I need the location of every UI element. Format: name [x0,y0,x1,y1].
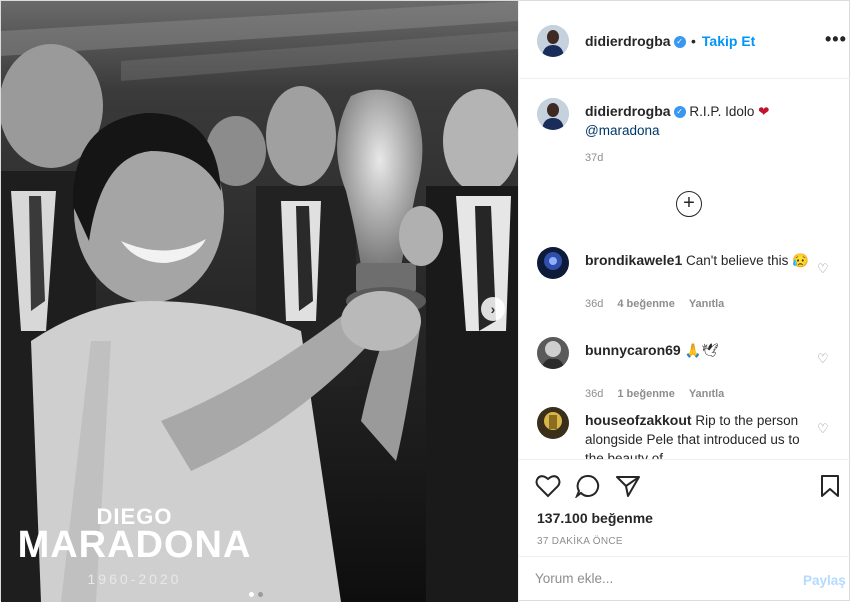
share-button[interactable] [615,474,641,505]
instagram-post: DIEGO MARADONA 1960-2020 › didierdrogba ✓ [0,0,850,602]
header-separator: • [691,33,696,49]
bookmark-icon [821,475,839,497]
post-time-ago: 37 DAKİKA ÖNCE [537,536,623,547]
heart-icon [535,475,561,498]
comment-like-button[interactable]: ♡ [817,261,829,277]
caption-text: R.I.P. Idolo [689,104,755,119]
avatar-image [537,98,569,130]
carousel-dot-active [249,592,254,597]
comment-input[interactable] [535,571,775,586]
avatar-image [537,337,569,369]
post-comment-button[interactable]: Paylaş [803,573,846,588]
comment-username[interactable]: brondikawele1 [585,252,682,268]
save-button[interactable] [819,474,841,505]
heart-outline-icon: ♡ [817,261,829,276]
comment-username[interactable]: houseofzakkout [585,412,692,428]
add-comment-bar: Paylaş [519,556,850,602]
follow-button[interactable]: Takip Et [702,33,755,49]
heart-outline-icon: ♡ [817,421,829,436]
sad-face-icon: 😥 [792,253,809,268]
next-photo-button[interactable]: › [481,297,505,321]
comment-button[interactable] [574,474,601,505]
comment-time: 36d [585,388,604,400]
red-heart-icon: ❤ [758,104,770,119]
verified-badge-icon: ✓ [673,35,686,48]
verified-badge-icon: ✓ [673,106,686,119]
like-button[interactable] [535,474,561,505]
chevron-right-icon: › [490,301,496,317]
mention-link[interactable]: @maradona [585,123,660,138]
avatar[interactable] [537,407,569,439]
carousel-dot [258,592,263,597]
comment-item: houseofzakkout Rip to the person alongsi… [537,407,837,459]
praying-dove-icon: 🙏🕊 [684,343,719,358]
carousel-dots [249,592,263,597]
comment-text: Can't believe this [686,253,789,268]
post-actions: 137.100 beğenme 37 DAKİKA ÖNCE [519,459,850,555]
caption-username[interactable]: didierdrogba [585,103,671,119]
reply-button[interactable]: Yanıtla [689,298,724,310]
avatar[interactable] [537,337,569,369]
avatar[interactable] [537,98,569,130]
comment-time: 36d [585,298,604,310]
comment-like-button[interactable]: ♡ [817,421,829,437]
comment-bubble-icon [574,474,600,499]
post-author-username[interactable]: didierdrogba [585,33,671,49]
avatar-image [537,25,569,57]
more-options-button[interactable]: ••• [825,29,847,50]
avatar[interactable] [537,247,569,279]
post-photo[interactable]: DIEGO MARADONA 1960-2020 › [1,1,518,602]
more-options-icon: ••• [825,29,847,49]
like-count[interactable]: 137.100 beğenme [537,510,653,526]
load-more-comments-button[interactable]: + [676,191,702,217]
post-header: didierdrogba ✓ • Takip Et ••• [519,1,850,79]
post-side-panel: didierdrogba ✓ • Takip Et ••• didierdrogba… [518,1,850,602]
caption-time: 37d [585,152,604,164]
comment-item: bunnycaron69 🙏🕊 36d 1 beğenme Yanıtla ♡ [537,337,837,407]
comment-item: brondikawele1 Can't believe this 😥 36d 4… [537,247,837,317]
reply-button[interactable]: Yanıtla [689,388,724,400]
avatar[interactable] [537,25,569,57]
paper-plane-icon [616,476,640,497]
heart-outline-icon: ♡ [817,351,829,366]
comments-list: brondikawele1 Can't believe this 😥 36d 4… [519,239,850,459]
comment-like-button[interactable]: ♡ [817,351,829,367]
plus-circle-icon: + [683,192,695,214]
comment-likes[interactable]: 1 beğenme [617,388,674,400]
comment-likes[interactable]: 4 beğenme [617,298,674,310]
comment-username[interactable]: bunnycaron69 [585,342,681,358]
overlay-years: 1960-2020 [87,571,182,587]
avatar-image [537,247,569,279]
overlay-last-name: MARADONA [17,524,252,566]
avatar-image [537,407,569,439]
